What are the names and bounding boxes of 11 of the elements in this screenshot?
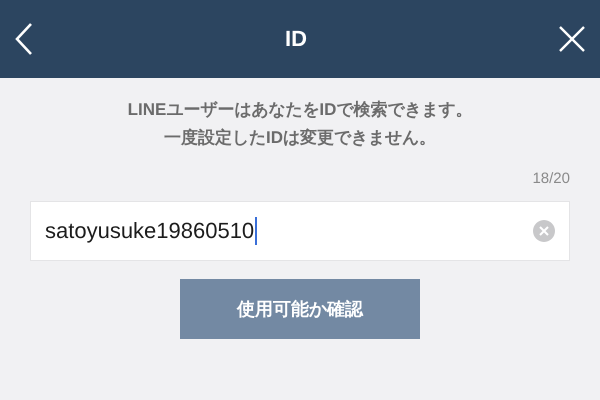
close-button[interactable]: [558, 25, 586, 53]
screen-title: ID: [285, 26, 307, 52]
description-text: LINEユーザーはあなたをIDで検索できます。: [128, 99, 472, 121]
character-counter: 18/20: [532, 170, 570, 187]
back-button[interactable]: [14, 22, 34, 56]
close-icon: [558, 25, 586, 53]
id-input-field[interactable]: satoyusuke19860510: [30, 201, 570, 261]
back-icon: [14, 22, 34, 56]
description-text: 一度設定したIDは変更できません。: [164, 127, 436, 149]
input-text: satoyusuke19860510: [45, 218, 254, 244]
clear-icon: [533, 220, 555, 242]
